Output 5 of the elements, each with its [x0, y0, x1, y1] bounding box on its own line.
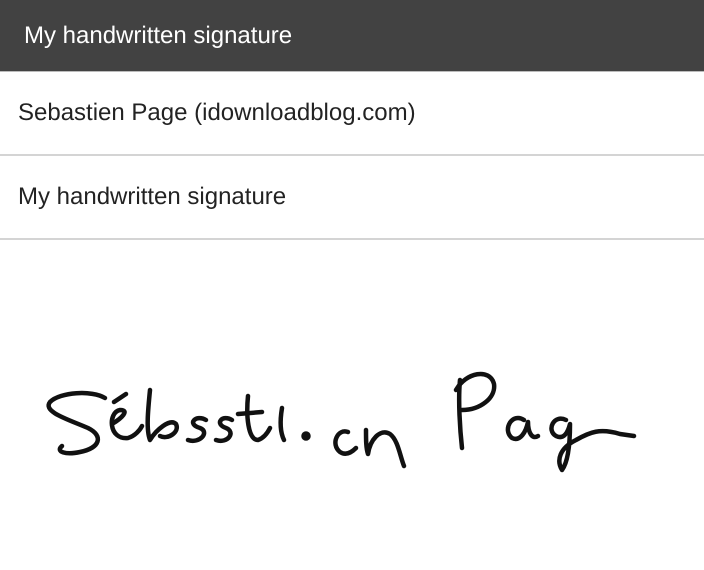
list-item[interactable]: Sebastien Page (idownloadblog.com)	[0, 72, 704, 156]
list-item-label: My handwritten signature	[18, 183, 286, 211]
list-item-label: Sebastien Page (idownloadblog.com)	[18, 99, 416, 127]
app-bar-title: My handwritten signature	[24, 22, 292, 50]
list-item[interactable]: My handwritten signature	[0, 156, 704, 240]
